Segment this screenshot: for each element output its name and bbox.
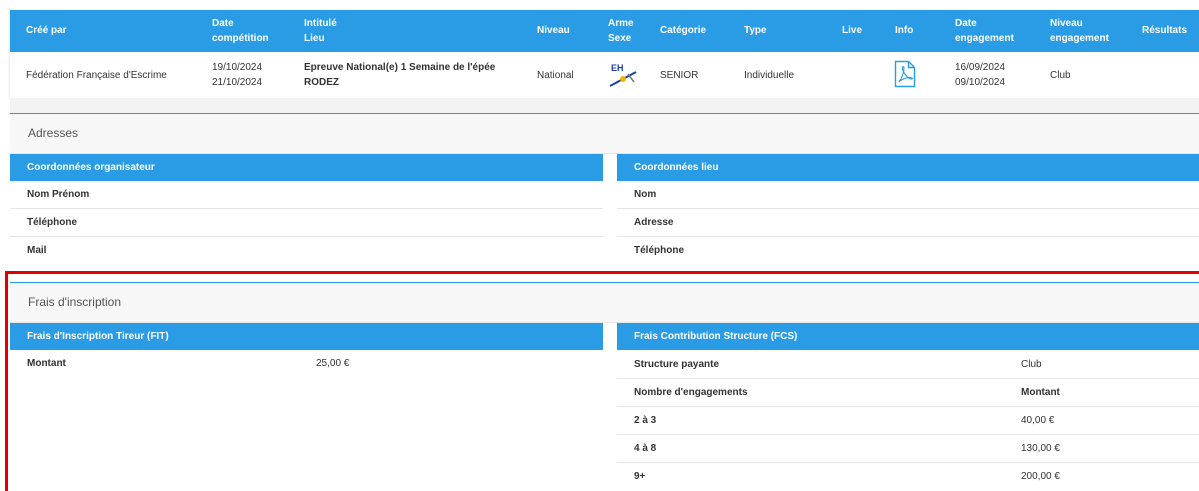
fcs-tier-range: 4 à 8	[634, 443, 657, 454]
fit-value: 25,00 €	[316, 358, 350, 369]
row-lieu: RODEZ	[304, 77, 339, 88]
fcs-col-engagements: Nombre d'engagements	[634, 387, 748, 398]
row-date-start: 19/10/2024	[212, 62, 263, 73]
lieu-heading: Coordonnées lieu	[617, 154, 1199, 181]
header-date-line2: compétition	[212, 33, 269, 44]
row-niveau: National	[537, 70, 574, 81]
header-date-competition[interactable]: Date compétition	[212, 16, 269, 46]
row-dates: 19/10/2024 21/10/2024	[212, 60, 262, 90]
fcs-col-montant: Montant	[1021, 387, 1060, 398]
fcs-tier-row: 2 à 3 40,00 €	[617, 407, 1199, 435]
competition-table: Créé par Date compétition Intitulé Lieu …	[10, 10, 1199, 98]
organisateur-field-mail: Mail	[27, 245, 47, 256]
organisateur-field-nom: Nom Prénom	[10, 181, 603, 209]
fcs-column-headers: Nombre d'engagements Montant	[617, 379, 1199, 407]
header-cree-par[interactable]: Créé par	[26, 23, 67, 38]
epee-homme-icon: EH	[608, 60, 638, 90]
header-arme-line2: Sexe	[608, 33, 632, 44]
fcs-tier-range: 9+	[634, 471, 646, 482]
row-cree-par: Fédération Française d'Escrime	[26, 70, 167, 81]
fcs-tier-row: 9+ 200,00 €	[617, 463, 1199, 491]
fcs-structure-label: Structure payante	[634, 359, 720, 370]
header-date-eng-line1: Date	[955, 18, 977, 29]
header-niveau-engagement[interactable]: Niveau engagement	[1050, 16, 1109, 46]
row-date-end: 21/10/2024	[212, 77, 263, 88]
fcs-structure-value: Club	[1021, 359, 1042, 370]
header-intitule-line1: Intitulé	[304, 18, 337, 29]
fit-row: Montant 25,00 €	[10, 350, 603, 378]
competition-table-header: Créé par Date compétition Intitulé Lieu …	[10, 10, 1199, 52]
fcs-heading: Frais Contribution Structure (FCS)	[617, 323, 1199, 350]
header-niveau[interactable]: Niveau	[537, 23, 570, 38]
row-niveau-engagement: Club	[1050, 70, 1071, 81]
row-date-eng-end: 09/10/2024	[955, 77, 1006, 88]
fit-label: Montant	[27, 358, 66, 369]
row-intitule: Epreuve National(e) 1 Semaine de l'épée	[304, 62, 496, 73]
header-intitule-lieu[interactable]: Intitulé Lieu	[304, 16, 337, 46]
organisateur-heading: Coordonnées organisateur	[10, 154, 603, 181]
header-arme-line1: Arme	[608, 18, 634, 29]
organisateur-field-telephone: Téléphone	[10, 209, 603, 237]
adresses-title: Adresses	[10, 114, 1199, 154]
adresses-panel: Adresses Coordonnées organisateur Nom Pr…	[10, 113, 1199, 266]
fcs-tier-amount: 40,00 €	[1021, 415, 1055, 426]
header-type[interactable]: Type	[744, 23, 767, 38]
row-intitule-lieu[interactable]: Epreuve National(e) 1 Semaine de l'épée …	[304, 60, 495, 90]
competition-row[interactable]: Fédération Française d'Escrime 19/10/202…	[10, 52, 1199, 98]
fit-heading: Frais d'Inscription Tireur (FIT)	[10, 323, 603, 350]
row-date-eng-start: 16/09/2024	[955, 62, 1006, 73]
pdf-icon[interactable]	[894, 60, 916, 88]
header-live[interactable]: Live	[842, 23, 862, 38]
header-intitule-line2: Lieu	[304, 33, 325, 44]
header-date-engagement[interactable]: Date engagement	[955, 16, 1014, 46]
header-arme-sexe[interactable]: Arme Sexe	[608, 16, 634, 46]
row-type: Individuelle	[744, 70, 795, 81]
fcs-structure-row: Structure payante Club	[617, 351, 1199, 379]
fcs-tier-amount: 130,00 €	[1021, 443, 1060, 454]
fcs-tier-range: 2 à 3	[634, 415, 657, 426]
header-categorie[interactable]: Catégorie	[660, 23, 706, 38]
row-dates-engagement: 16/09/2024 09/10/2024	[955, 60, 1005, 90]
lieu-field-telephone: Téléphone	[634, 245, 685, 256]
header-niveau-eng-line2: engagement	[1050, 33, 1109, 44]
section-separator	[10, 98, 1199, 114]
frais-title: Frais d'inscription	[10, 283, 1199, 323]
fcs-tier-row: 4 à 8 130,00 €	[617, 435, 1199, 463]
header-date-line1: Date	[212, 18, 234, 29]
header-resultats[interactable]: Résultats	[1142, 23, 1187, 38]
row-categorie: SENIOR	[660, 70, 699, 81]
header-date-eng-line2: engagement	[955, 33, 1014, 44]
frais-panel: Frais d'inscription Frais d'Inscription …	[10, 282, 1199, 491]
header-info[interactable]: Info	[895, 23, 913, 38]
lieu-field-adresse: Adresse	[617, 209, 1199, 237]
header-niveau-eng-line1: Niveau	[1050, 18, 1083, 29]
weapon-icon-text: EH	[611, 63, 624, 73]
lieu-field-nom: Nom	[617, 181, 1199, 209]
fcs-tier-amount: 200,00 €	[1021, 471, 1060, 482]
